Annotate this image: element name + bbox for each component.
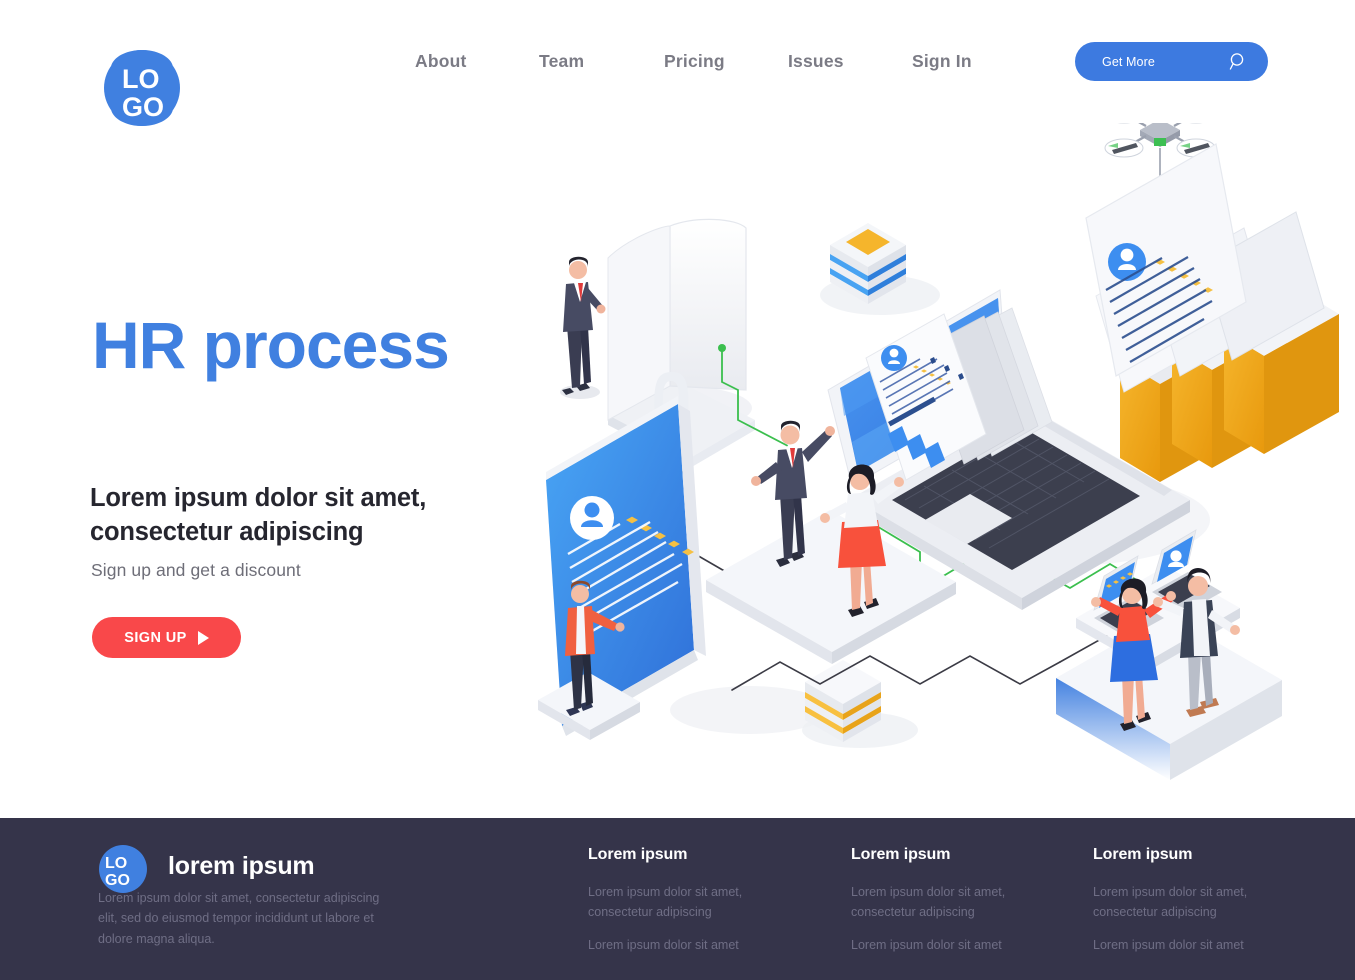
sign-up-label: SIGN UP bbox=[124, 629, 187, 646]
get-more-button[interactable]: Get More bbox=[1075, 42, 1268, 81]
hr-process-isometric-illustration bbox=[500, 90, 1355, 820]
page-title: HR process bbox=[92, 308, 450, 382]
footer-description: Lorem ipsum dolor sit amet, consectetur … bbox=[98, 891, 380, 946]
footer-link[interactable]: Lorem ipsum dolor sit amet bbox=[588, 936, 788, 956]
footer-brand-name: lorem ipsum bbox=[168, 852, 315, 880]
nav-item-issues[interactable]: Issues bbox=[788, 47, 912, 76]
footer-column-1: Lorem ipsum Lorem ipsum dolor sit amet, … bbox=[588, 846, 818, 968]
get-more-label: Get More bbox=[1102, 54, 1155, 69]
site-header: LO GO About Team Pricing Issues Sign In … bbox=[0, 0, 1355, 126]
nav-item-about[interactable]: About bbox=[415, 47, 539, 76]
footer-link[interactable]: Lorem ipsum dolor sit amet, consectetur … bbox=[851, 883, 1051, 923]
hero-subtitle: Lorem ipsum dolor sit amet, consectetur … bbox=[90, 484, 427, 546]
footer-logo-text-bottom: GO bbox=[105, 872, 130, 889]
hero-note: Sign up and get a discount bbox=[91, 560, 301, 580]
main-navigation: About Team Pricing Issues Sign In bbox=[415, 47, 1036, 76]
footer-link[interactable]: Lorem ipsum dolor sit amet, consectetur … bbox=[1093, 883, 1293, 923]
footer-column-2: Lorem ipsum Lorem ipsum dolor sit amet, … bbox=[851, 846, 1081, 968]
sign-up-button[interactable]: SIGN UP bbox=[92, 617, 241, 658]
search-icon bbox=[1229, 53, 1244, 70]
footer-link[interactable]: Lorem ipsum dolor sit amet bbox=[1093, 936, 1293, 956]
logo[interactable]: LO GO bbox=[100, 46, 184, 130]
logo-text-top: LO bbox=[122, 64, 160, 94]
site-footer: LO GO lorem ipsum Lorem ipsum dolor sit … bbox=[0, 818, 1355, 980]
footer-link[interactable]: Lorem ipsum dolor sit amet, consectetur … bbox=[588, 883, 788, 923]
footer-logo-icon[interactable]: LO GO bbox=[98, 844, 148, 894]
play-icon bbox=[197, 630, 209, 645]
logo-icon: LO GO bbox=[104, 50, 180, 126]
logo-text-bottom: GO bbox=[122, 92, 164, 122]
nav-item-team[interactable]: Team bbox=[539, 47, 664, 76]
footer-link[interactable]: Lorem ipsum dolor sit amet bbox=[851, 936, 1051, 956]
nav-item-sign-in[interactable]: Sign In bbox=[912, 47, 1036, 76]
footer-column-3: Lorem ipsum Lorem ipsum dolor sit amet, … bbox=[1093, 846, 1323, 968]
businessman-standing bbox=[560, 256, 606, 399]
footer-column-1-heading: Lorem ipsum bbox=[588, 846, 688, 863]
nav-item-pricing[interactable]: Pricing bbox=[664, 47, 788, 76]
footer-column-3-heading: Lorem ipsum bbox=[1093, 846, 1193, 863]
footer-column-2-heading: Lorem ipsum bbox=[851, 846, 951, 863]
footer-logo-text-top: LO bbox=[105, 855, 127, 872]
